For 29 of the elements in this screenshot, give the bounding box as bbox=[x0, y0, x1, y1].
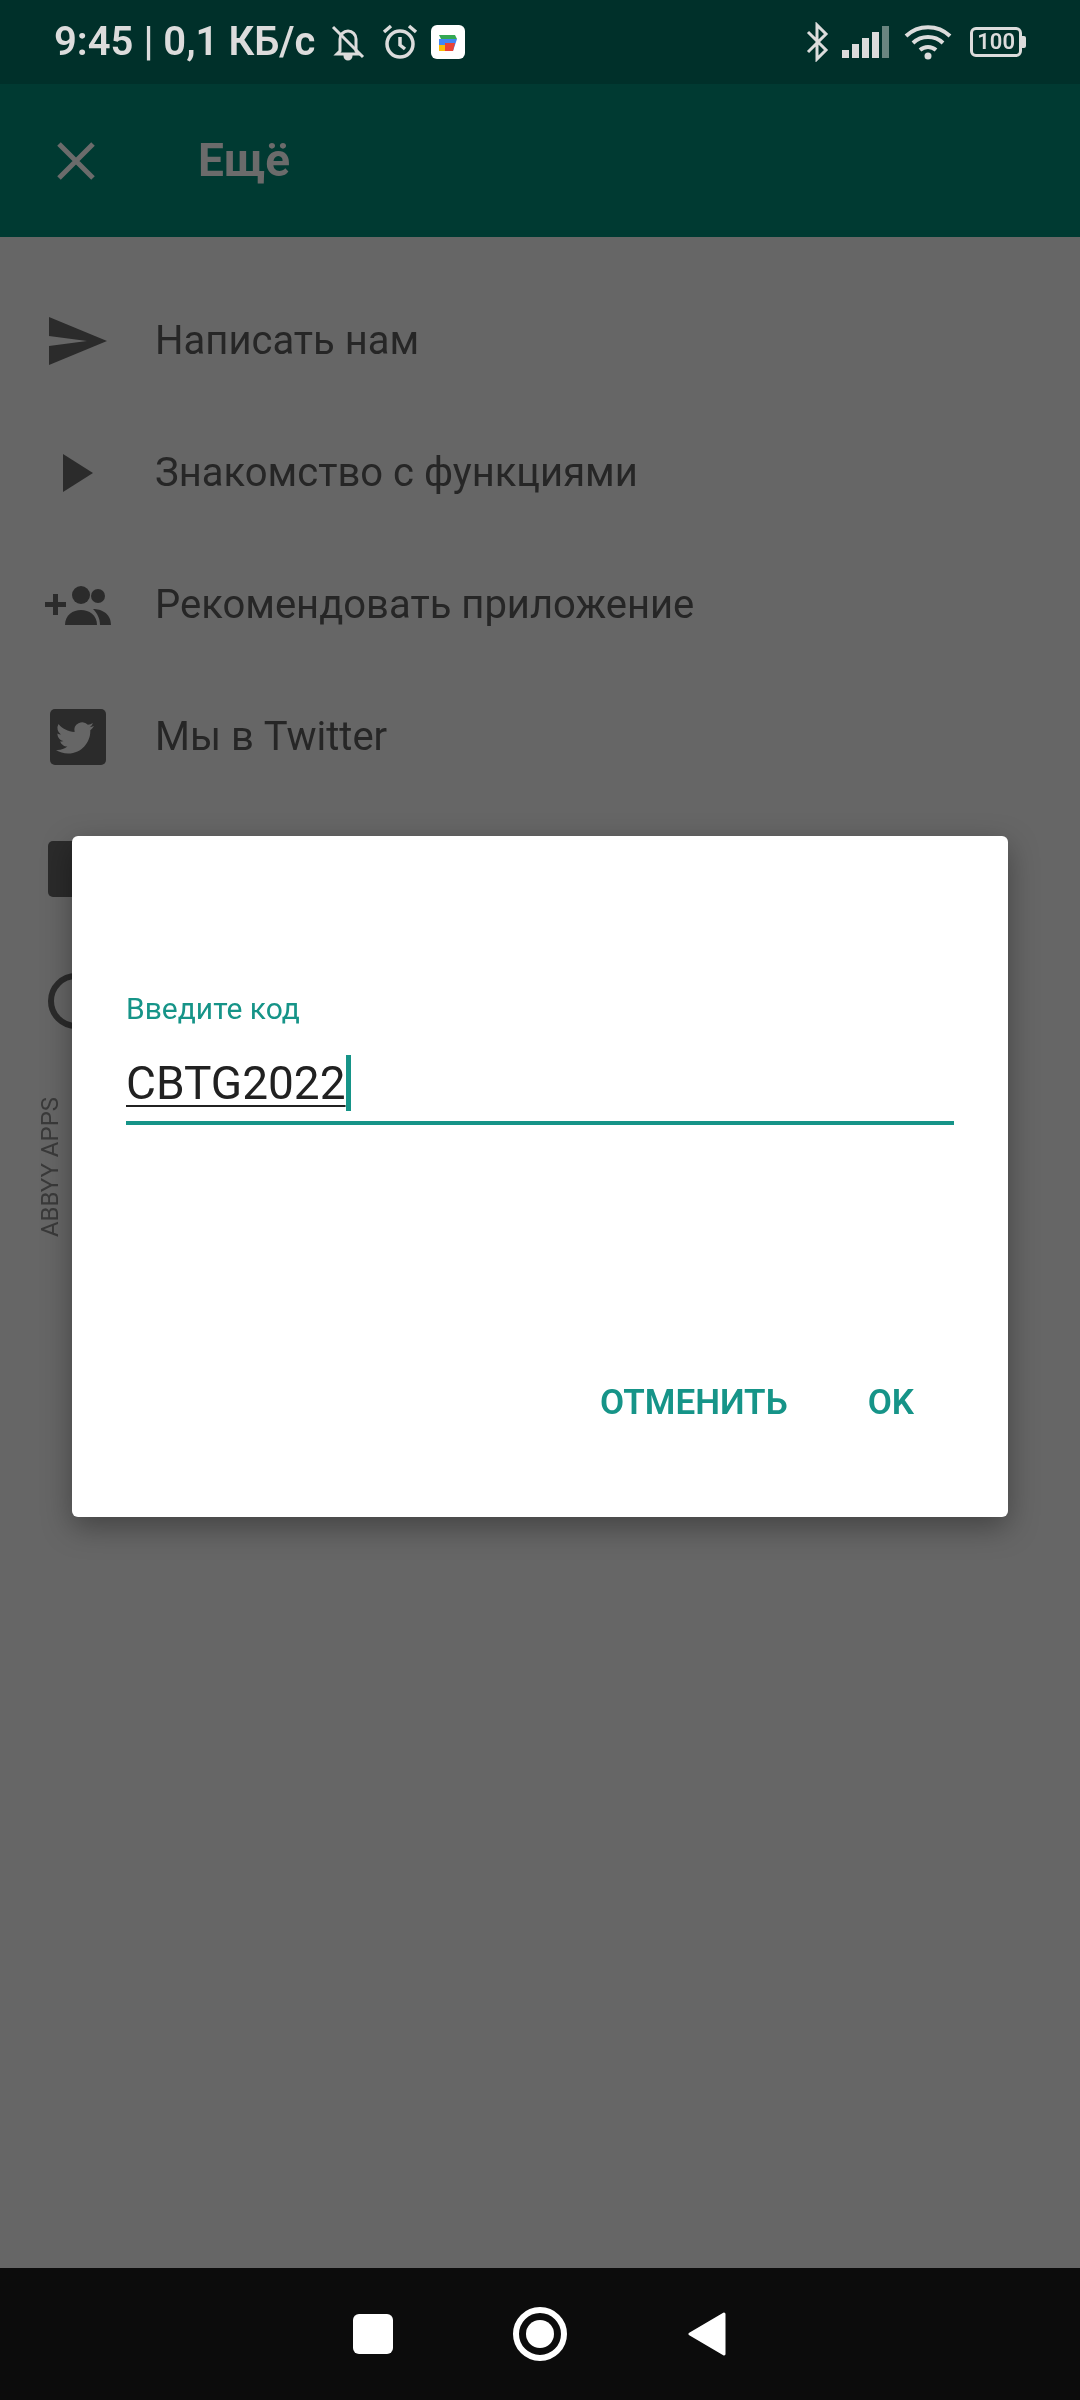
screen-title: Ещё bbox=[198, 132, 290, 189]
bluetooth-icon bbox=[804, 22, 831, 62]
close-icon bbox=[56, 140, 96, 181]
play-icon bbox=[62, 454, 93, 492]
add-people-icon bbox=[44, 585, 111, 625]
menu-item[interactable]: Знакомство с функциями bbox=[0, 407, 1080, 539]
send-icon bbox=[46, 315, 109, 367]
alarm-icon bbox=[381, 23, 420, 61]
home-button[interactable] bbox=[513, 2307, 567, 2361]
battery-level: 100 bbox=[970, 27, 1022, 57]
back-icon bbox=[688, 2312, 726, 2356]
menu-item-label: Написать нам bbox=[155, 316, 420, 366]
code-value: CBTG2022 bbox=[126, 1054, 346, 1112]
ok-button[interactable]: OK bbox=[857, 1364, 924, 1441]
code-input[interactable]: CBTG2022 bbox=[126, 1045, 954, 1125]
menu-item-label: Рекомендовать приложение bbox=[155, 580, 695, 630]
app-notification-icon bbox=[431, 25, 466, 59]
menu-item-label: Знакомство с функциями bbox=[155, 448, 638, 498]
status-time: 9:45 | 0,1 КБ/с bbox=[54, 17, 316, 67]
wifi-icon bbox=[904, 24, 953, 60]
field-label: Введите код bbox=[126, 990, 301, 1028]
menu-item[interactable]: Написать нам bbox=[0, 275, 1080, 407]
back-button[interactable] bbox=[687, 2311, 727, 2357]
cancel-button[interactable]: ОТМЕНИТЬ bbox=[590, 1364, 798, 1441]
menu-item-label: Мы в Twitter bbox=[155, 712, 388, 762]
text-cursor bbox=[345, 1055, 351, 1111]
menu-item[interactable]: Мы в Twitter bbox=[0, 671, 1080, 803]
bird-icon bbox=[49, 709, 106, 765]
menu-item[interactable]: Рекомендовать приложение bbox=[0, 539, 1080, 671]
